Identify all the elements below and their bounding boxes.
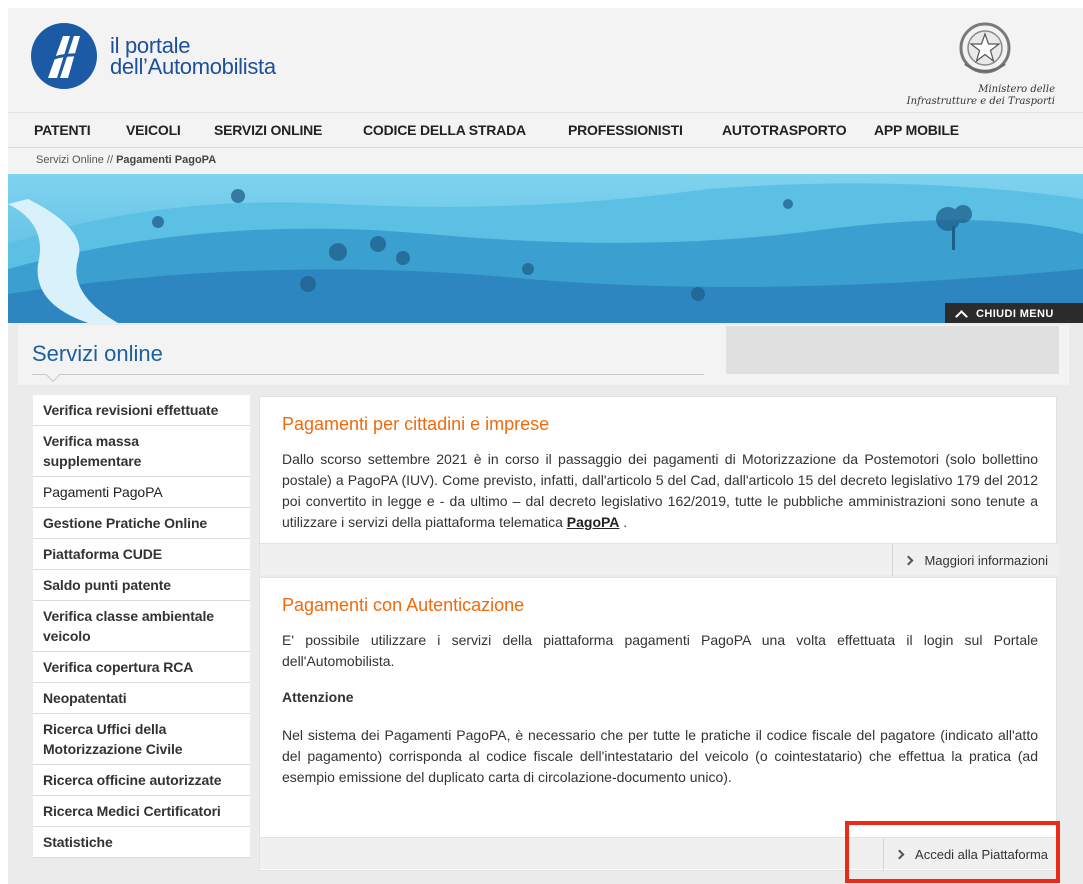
breadcrumb-parent[interactable]: Servizi Online — [36, 154, 104, 166]
sidebar-item-pagamenti-pagopa[interactable]: Pagamenti PagoPA — [33, 477, 250, 508]
search-area[interactable] — [726, 326, 1059, 374]
logo-line-1: il portale — [110, 33, 191, 58]
sidebar-item-statistiche[interactable]: Statistiche — [33, 827, 250, 858]
page-title: Servizi online — [32, 341, 163, 366]
page: il portale dell’Automobilista Ministero … — [8, 8, 1083, 884]
sidebar-item-uffici-motorizzazione[interactable]: Ricerca Uffici della Motorizzazione Civi… — [33, 714, 250, 765]
nav-item-codice-della-strada[interactable]: CODICE DELLA STRADA — [363, 122, 526, 138]
card-body-text: Dallo scorso settembre 2021 è in corso i… — [282, 451, 1038, 530]
sidebar-item-neopatentati[interactable]: Neopatentati — [33, 683, 250, 714]
card-title: Pagamenti per cittadini e imprese — [282, 414, 550, 434]
landscape-image — [8, 174, 1083, 323]
ministry-name: Ministero delle Infrastrutture e dei Tra… — [907, 84, 1055, 108]
portale-logo-icon[interactable] — [30, 22, 98, 90]
sidebar-item-copertura-rca[interactable]: Verifica copertura RCA — [33, 652, 250, 683]
nav-item-app-mobile[interactable]: APP MOBILE — [874, 122, 959, 138]
more-info-label: Maggiori informazioni — [924, 552, 1048, 568]
nav-item-autotrasporto[interactable]: AUTOTRASPORTO — [722, 122, 847, 138]
breadcrumb-separator: // — [103, 154, 117, 166]
ministry-line-2: Infrastrutture e dei Trasporti — [906, 96, 1055, 107]
card-footer: Maggiori informazioni — [260, 543, 1058, 576]
card-intro: E' possibile utilizzare i servizi della … — [282, 632, 1038, 669]
close-menu-label: CHIUDI MENU — [976, 308, 1054, 320]
hero-banner — [8, 174, 1083, 323]
card-body: Dallo scorso settembre 2021 è in corso i… — [282, 449, 1038, 533]
sidebar-item-piattaforma-cude[interactable]: Piattaforma CUDE — [33, 539, 250, 570]
ministry-logo[interactable]: Ministero delle Infrastrutture e dei Tra… — [895, 18, 1055, 107]
card-body-end: . — [619, 514, 628, 530]
sidebar-item-gestione-pratiche[interactable]: Gestione Pratiche Online — [33, 508, 250, 539]
highlight-box — [845, 821, 1060, 883]
republic-emblem-icon — [959, 22, 1011, 74]
logo-line-2: dell’Automobilista — [110, 54, 276, 79]
sidebar-item-classe-ambientale[interactable]: Verifica classe ambientale veicolo — [33, 601, 250, 652]
card-title: Pagamenti con Autenticazione — [282, 595, 525, 615]
card-pagamenti-cittadini: Pagamenti per cittadini e imprese Dallo … — [259, 396, 1058, 576]
breadcrumb: Servizi Online // Pagamenti PagoPA — [36, 154, 216, 166]
title-divider — [32, 374, 704, 375]
portale-logo-text[interactable]: il portale dell’Automobilista — [110, 33, 276, 79]
sidebar-item-verifica-massa[interactable]: Verifica massa supplementare — [33, 426, 250, 477]
sidebar: Verifica revisioni effettuate Verifica m… — [33, 395, 250, 858]
pagopa-link[interactable]: PagoPA — [567, 514, 620, 530]
nav-item-patenti[interactable]: PATENTI — [34, 122, 91, 138]
chevron-right-icon — [903, 555, 914, 565]
nav-item-veicoli[interactable]: VEICOLI — [126, 122, 181, 138]
sidebar-item-verifica-revisioni[interactable]: Verifica revisioni effettuate — [33, 395, 250, 426]
ministry-line-1: Ministero delle — [978, 84, 1055, 95]
nav-item-professionisti[interactable]: PROFESSIONISTI — [568, 122, 683, 138]
warning-body: Nel sistema dei Pagamenti PagoPA, è nece… — [282, 727, 1038, 785]
sidebar-item-officine[interactable]: Ricerca officine autorizzate — [33, 765, 250, 796]
more-info-link[interactable]: Maggiori informazioni — [892, 544, 1048, 576]
close-menu-button[interactable]: CHIUDI MENU — [945, 303, 1083, 325]
warning-title: Attenzione — [282, 689, 354, 705]
main-nav: PATENTI VEICOLI SERVIZI ONLINE CODICE DE… — [8, 112, 1083, 148]
site-header: il portale dell’Automobilista Ministero … — [8, 8, 1083, 112]
nav-item-servizi-online[interactable]: SERVIZI ONLINE — [214, 122, 322, 138]
breadcrumb-current: Pagamenti PagoPA — [116, 154, 217, 166]
sidebar-item-medici[interactable]: Ricerca Medici Certificatori — [33, 796, 250, 827]
sidebar-item-saldo-punti[interactable]: Saldo punti patente — [33, 570, 250, 601]
chevron-up-icon — [955, 310, 968, 323]
